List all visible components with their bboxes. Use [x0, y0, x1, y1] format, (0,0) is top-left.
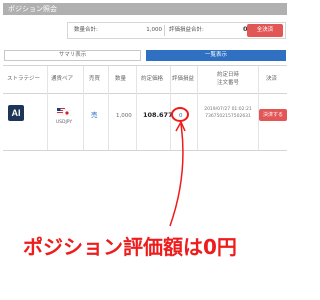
annotation-caption: ポジション評価額は0円 [23, 235, 237, 259]
position-inquiry-panel: ポジション照会 数量合計: 1,000 評価損益合計: 0円 全決済 サマリ表示… [0, 0, 290, 300]
